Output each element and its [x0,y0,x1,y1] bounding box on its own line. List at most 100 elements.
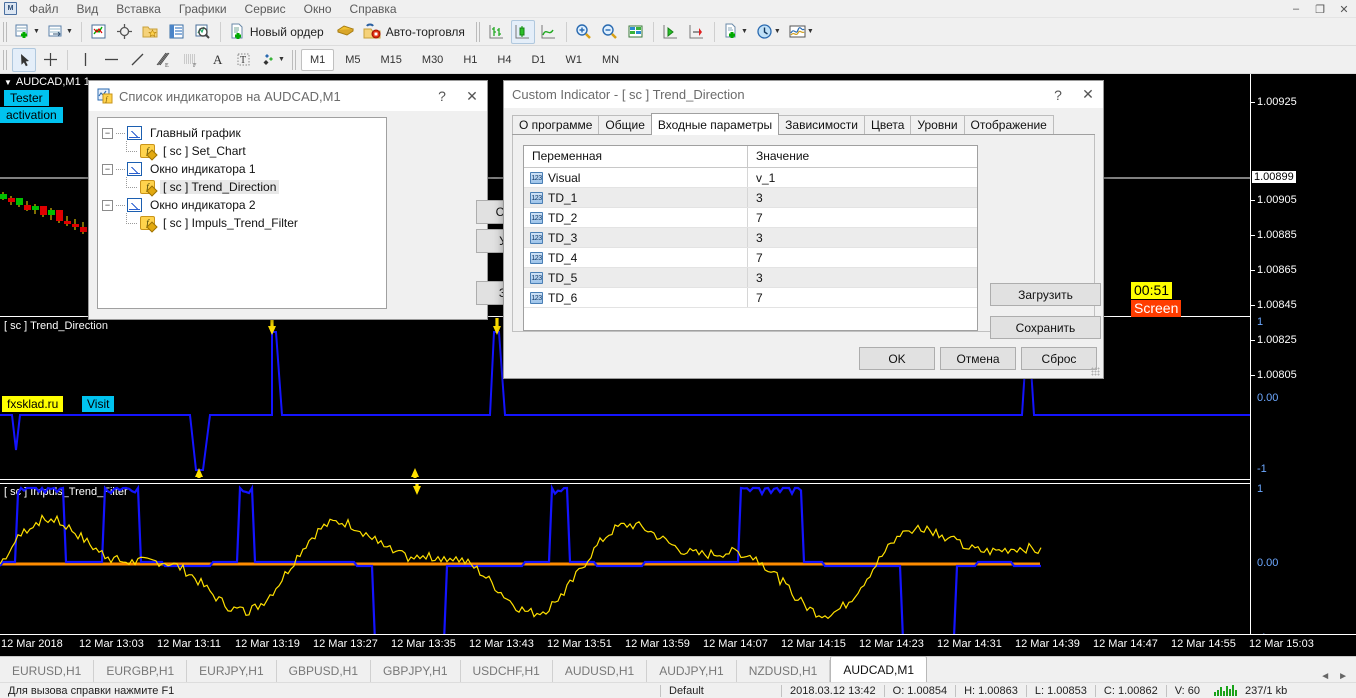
new-chart-button[interactable]: ▼ [12,20,43,44]
menu-window[interactable]: Окно [295,0,341,18]
zoom-out-button[interactable] [598,20,622,44]
timeframe-m5-button[interactable]: M5 [336,49,369,71]
chart-shift-marker-button[interactable] [685,20,709,44]
chart-tab-audcad[interactable]: AUDCAD,M1 [830,656,928,682]
parameter-row[interactable]: 123 TD_6 7 [524,288,977,308]
menu-view[interactable]: Вид [68,0,108,18]
close-icon[interactable]: ✕ [1073,81,1103,109]
parameter-row[interactable]: 123 TD_5 3 [524,268,977,288]
tree-indicator-node[interactable]: f [ sc ] Trend_Direction [102,176,382,196]
parameter-row[interactable]: 123 TD_3 3 [524,228,977,248]
timeframe-m15-button[interactable]: M15 [372,49,411,71]
cursor-tool[interactable] [12,47,36,72]
menu-tools[interactable]: Сервис [236,0,295,18]
data-window-button[interactable] [113,20,137,44]
menu-charts[interactable]: Графики [170,0,236,18]
tree-indicator-node[interactable]: f [ sc ] Impuls_Trend_Filter [102,212,382,232]
objects-tool[interactable]: ▼ [257,48,288,72]
dialog-tab[interactable]: Уровни [910,115,965,134]
toolbar-grip-3[interactable] [3,49,8,70]
dialog-tab[interactable]: Зависимости [778,115,865,134]
chart-tab-gbpjpy[interactable]: GBPJPY,H1 [371,660,461,682]
dialog-tab[interactable]: Отображение [963,115,1054,134]
parameter-value[interactable]: 3 [748,188,977,207]
pane-separator-2[interactable] [0,479,1250,480]
timeframe-h4-button[interactable]: H4 [488,49,520,71]
new-order-button[interactable]: Новый ордер [226,20,331,44]
resize-grip[interactable] [1091,367,1100,376]
indicator-list-dialog[interactable]: f Список индикаторов на AUDCAD,M1 ? ✕ − Г… [88,80,568,320]
crosshair-tool[interactable] [38,48,62,72]
menu-help[interactable]: Справка [341,0,406,18]
toolbar-grip-2[interactable] [475,21,481,42]
parameter-row[interactable]: 123 Visual v_1 [524,168,977,188]
menu-file[interactable]: Файл [20,0,68,18]
indicators-button[interactable]: ▼ [720,20,751,44]
parameters-grid[interactable]: Переменная Значение 123 Visual v_1 123 TD_1 3… [523,145,978,331]
bar-chart-button[interactable] [485,20,509,44]
tree-window-node[interactable]: − Окно индикатора 2 [102,196,382,214]
parameter-value[interactable]: 7 [748,248,977,267]
parameter-value[interactable]: v_1 [748,168,977,187]
indicator-tree[interactable]: − Главный график f [ sc ] Set_Chart − Окно ин… [97,117,387,309]
zoom-in-button[interactable] [572,20,596,44]
time-scale[interactable]: 12 Mar 2018 12 Mar 13:03 12 Mar 13:11 12 Ma… [0,634,1356,656]
metaeditor-button[interactable] [333,20,358,44]
parameter-row[interactable]: 123 TD_2 7 [524,208,977,228]
chart-tab-gbpusd[interactable]: GBPUSD,H1 [277,660,372,682]
menu-insert[interactable]: Вставка [107,0,170,18]
close-window-button[interactable]: ✕ [1332,0,1356,18]
dialog-tab[interactable]: О программе [512,115,600,134]
tree-indicator-node[interactable]: f [ sc ] Set_Chart [102,140,382,160]
parameter-value[interactable]: 3 [748,268,977,287]
collapse-icon[interactable]: − [102,127,113,139]
dialog-tab[interactable]: Цвета [863,115,912,134]
parameter-row[interactable]: 123 TD_1 3 [524,188,977,208]
chart-tab-usdchf[interactable]: USDCHF,H1 [461,660,553,682]
chart-tab-eurjpy[interactable]: EURJPY,H1 [187,660,277,682]
text-label-tool[interactable]: T [231,48,255,72]
cancel-button[interactable]: Отмена [940,347,1016,370]
chart-tab-eurgbp[interactable]: EURGBP,H1 [94,660,188,682]
market-watch-button[interactable] [87,20,111,44]
templates-button[interactable]: ▼ [786,20,817,44]
timeframe-d1-button[interactable]: D1 [522,49,554,71]
collapse-icon[interactable]: − [102,163,113,175]
chart-shift-button[interactable] [624,20,648,44]
tree-window-node[interactable]: − Главный график [102,124,382,142]
save-button[interactable]: Сохранить [990,316,1101,339]
reset-button[interactable]: Сброс [1021,347,1097,370]
strategy-tester-button[interactable] [191,20,215,44]
price-scale[interactable]: 1.00925 1.00905 1.00885 1.00865 1.00845 1.008… [1131,74,1356,654]
chart-tab-nzdusd[interactable]: NZDUSD,H1 [737,660,831,682]
ok-button[interactable]: OK [859,347,935,370]
equidistant-channel-tool[interactable]: E [151,48,176,72]
parameter-value[interactable]: 3 [748,228,977,247]
terminal-button[interactable] [165,20,189,44]
minimize-button[interactable]: – [1284,0,1308,18]
tab-scroll-right-button[interactable]: ► [1338,671,1348,682]
dialog-titlebar[interactable]: Custom Indicator - [ sc ] Trend_Directio… [504,81,1103,108]
autotrading-button[interactable]: Авто-торговля [360,20,472,44]
trendline-tool[interactable] [125,48,149,72]
status-profile[interactable]: Default [661,685,781,697]
timeframe-w1-button[interactable]: W1 [557,49,592,71]
navigator-button[interactable] [139,20,163,44]
profiles-button[interactable]: ▼ [45,20,76,44]
text-tool[interactable]: A [205,48,229,72]
close-icon[interactable]: ✕ [457,82,487,110]
parameter-value[interactable]: 7 [748,208,977,227]
custom-indicator-dialog[interactable]: Custom Indicator - [ sc ] Trend_Directio… [503,80,1104,379]
toolbar-grip[interactable] [3,21,8,42]
toolbar-grip-4[interactable] [291,49,297,70]
horizontal-line-tool[interactable] [99,48,123,72]
restore-button[interactable]: ❐ [1308,0,1332,18]
dialog-tab[interactable]: Входные параметры [650,113,780,135]
timeframe-mn-button[interactable]: MN [593,49,628,71]
auto-scroll-button[interactable] [659,20,683,44]
periods-button[interactable]: ▼ [753,20,784,44]
timeframe-m1-button[interactable]: M1 [300,48,335,71]
tree-window-node[interactable]: − Окно индикатора 1 [102,160,382,178]
chart-tab-audusd[interactable]: AUDUSD,H1 [553,660,648,682]
chart-tab-eurusd[interactable]: EURUSD,H1 [0,660,95,682]
